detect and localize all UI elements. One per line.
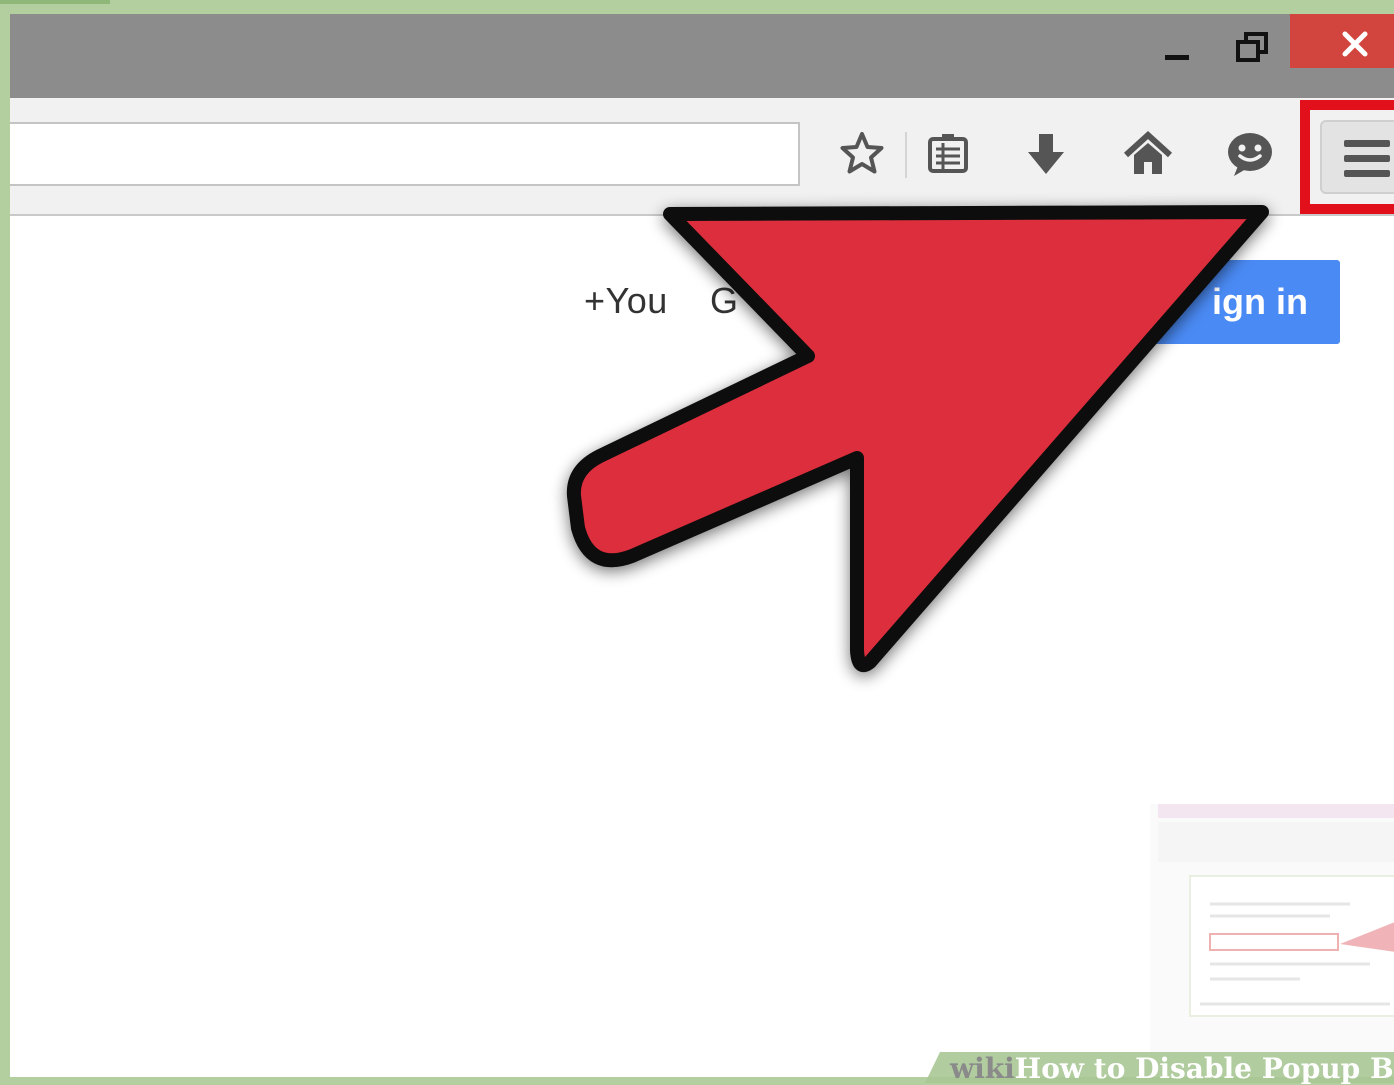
sign-in-button[interactable]: ign in: [1090, 260, 1340, 344]
chat-icon[interactable]: [1224, 128, 1276, 180]
hamburger-menu-icon: [1344, 140, 1390, 147]
navigation-toolbar: [10, 98, 1394, 216]
open-menu-button[interactable]: [1320, 120, 1394, 194]
page-content: +You G ign in: [10, 216, 1394, 1077]
toolbar-separator: [905, 132, 907, 178]
minimize-button[interactable]: [1150, 24, 1206, 72]
watermark-title: How to Disable Popup Block: [1014, 1052, 1394, 1085]
watermark-wiki: wiki: [950, 1052, 1015, 1085]
hamburger-menu-line: [1344, 155, 1390, 162]
download-icon[interactable]: [1020, 128, 1072, 180]
star-icon[interactable]: [836, 128, 888, 180]
top-accent-tab: [0, 0, 110, 4]
hamburger-menu-line: [1344, 170, 1390, 177]
plus-you-link[interactable]: +You: [584, 280, 668, 322]
minimize-icon: [1165, 55, 1189, 60]
restore-icon: [1236, 32, 1268, 62]
browser-window: +You G ign in: [10, 14, 1394, 1077]
reading-list-icon[interactable]: [922, 128, 974, 180]
home-icon[interactable]: [1122, 128, 1174, 180]
title-bar: [10, 14, 1394, 98]
gmail-link-partial[interactable]: G: [710, 280, 738, 322]
restore-button[interactable]: [1222, 22, 1278, 70]
watermark-text: wikiHow to Disable Popup Block: [950, 1052, 1394, 1085]
close-button[interactable]: [1290, 14, 1394, 68]
faded-thumbnail-image: [1150, 804, 1394, 1074]
address-bar[interactable]: [10, 122, 800, 186]
close-icon: [1342, 31, 1368, 57]
